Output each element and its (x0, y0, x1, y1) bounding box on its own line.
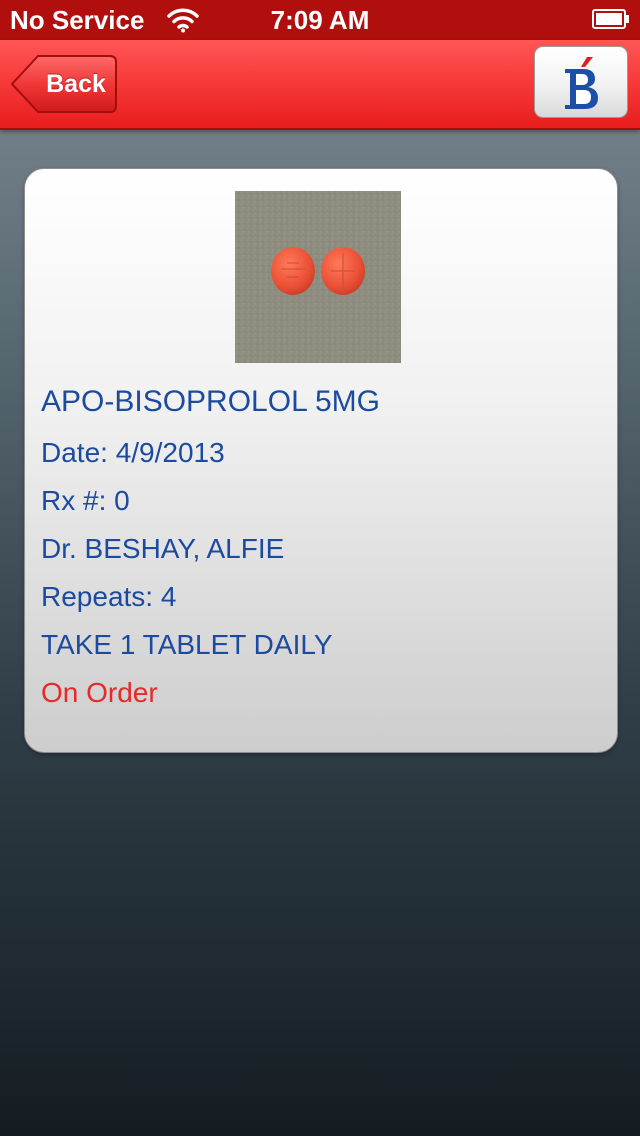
nav-bar: Back (0, 40, 640, 130)
back-button[interactable]: Back (10, 54, 118, 114)
rx-number: Rx #: 0 (41, 485, 130, 516)
medication-name: APO-BISOPROLOL 5MG (41, 385, 380, 418)
dosage-instructions: TAKE 1 TABLET DAILY (41, 629, 333, 660)
repeats-count: Repeats: 4 (41, 581, 177, 612)
order-status: On Order (41, 677, 158, 708)
pill-photo (235, 191, 401, 363)
prescription-card: APO-BISOPROLOL 5MG Date: 4/9/2013 Rx #: … (24, 168, 618, 753)
status-bar: No Service 7:09 AM (0, 0, 640, 40)
status-time: 7:09 AM (270, 5, 370, 35)
doctor-name: Dr. BESHAY, ALFIE (41, 533, 285, 564)
battery-icon (592, 9, 629, 29)
prescription-date: Date: 4/9/2013 (41, 437, 225, 468)
pharmacy-logo-icon (565, 57, 598, 109)
pharmacy-logo-button[interactable] (534, 46, 628, 118)
back-button-label: Back (46, 70, 106, 98)
